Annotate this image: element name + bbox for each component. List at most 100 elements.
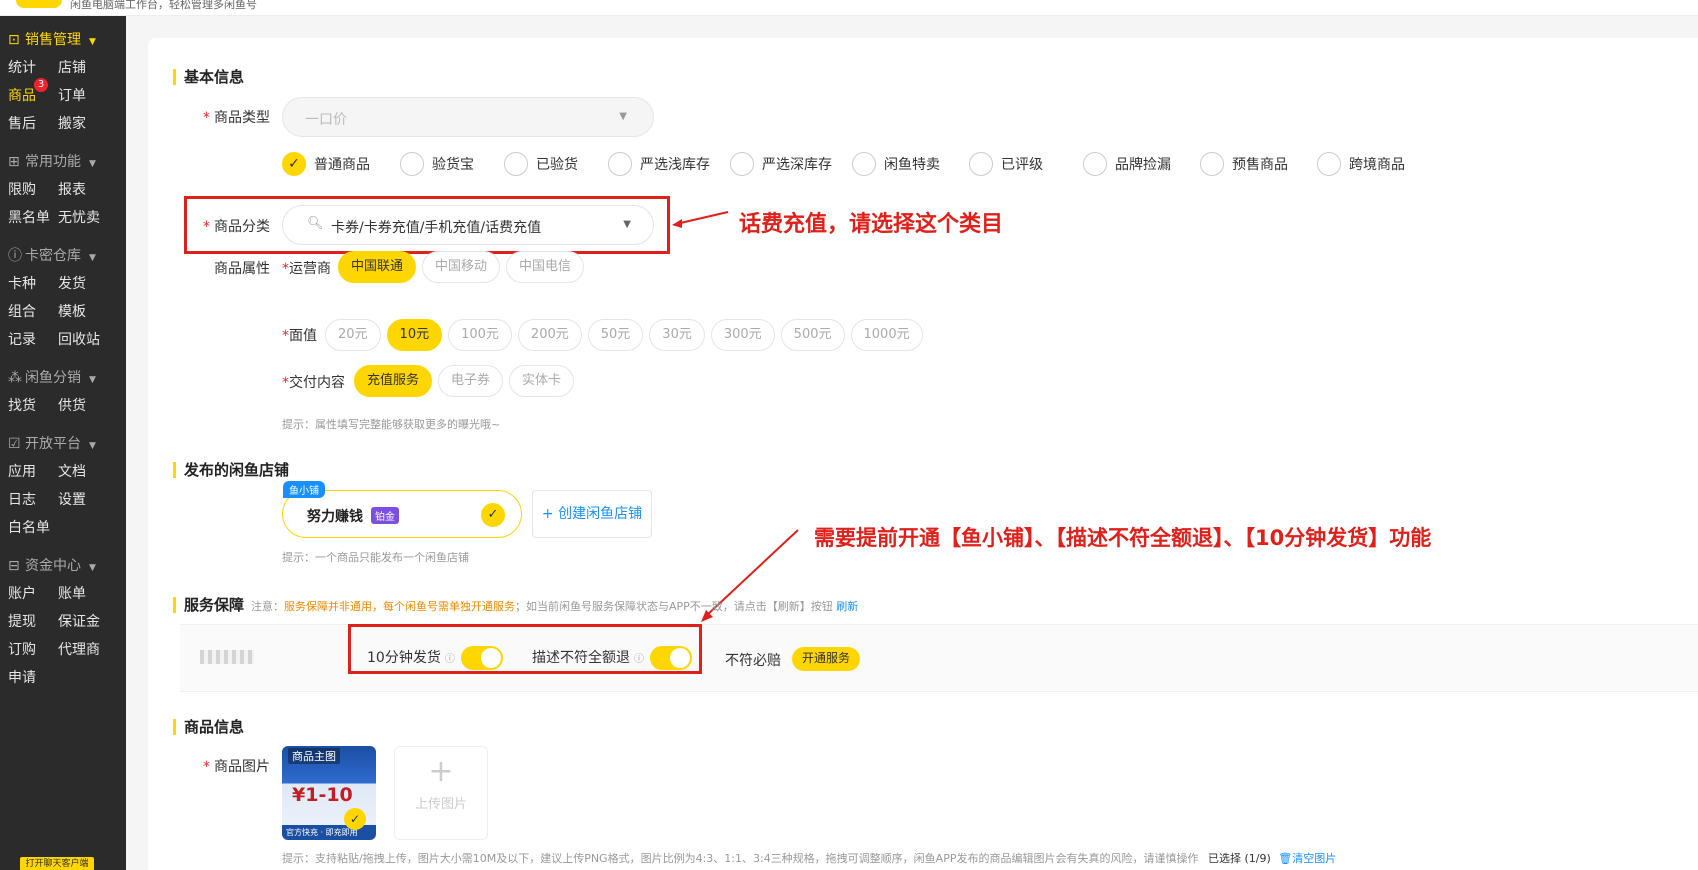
sidebar-section-funds[interactable]: ⊟ 资金中心 ▼	[8, 555, 96, 575]
sidebar-item-agent[interactable]: 代理商	[58, 639, 100, 659]
sidebar-section-sales[interactable]: ⊡ 销售管理 ▼	[8, 29, 96, 49]
sidebar-item-worryfree[interactable]: 无忧卖	[58, 207, 100, 227]
caret-down-icon: ▼	[89, 37, 96, 47]
delivery-ecoupon[interactable]: 电子券	[438, 365, 504, 397]
value-option[interactable]: 500元	[780, 319, 845, 351]
clear-images-link[interactable]: 🗑︎清空图片	[1278, 852, 1336, 865]
sidebar-item-orders[interactable]: 订单	[58, 85, 86, 105]
radio-deep[interactable]: 严选深库存	[730, 152, 852, 176]
open-icon: ☑	[8, 436, 21, 452]
refresh-link[interactable]: 刷新	[836, 600, 858, 613]
sidebar-item-ship[interactable]: 发货	[58, 273, 86, 293]
radio-crossborder[interactable]: 跨境商品	[1317, 152, 1413, 176]
sidebar-item-subscribe[interactable]: 订购	[8, 639, 36, 659]
open-chat-client-button[interactable]: 打开聊天客户端	[20, 857, 94, 870]
caret-down-icon: ▼	[619, 111, 627, 122]
radio-shallow[interactable]: 严选浅库存	[608, 152, 730, 176]
sidebar-item-findgoods[interactable]: 找货	[8, 395, 36, 415]
toggle-10min[interactable]	[460, 646, 503, 670]
radio-flashsale[interactable]: 闲鱼特卖	[852, 152, 969, 176]
value-option[interactable]: 100元	[448, 319, 512, 351]
sidebar-item-withdraw[interactable]: 提现	[8, 611, 36, 631]
sidebar-item-bill[interactable]: 账单	[58, 583, 86, 603]
value-option[interactable]: 50元	[587, 319, 644, 351]
product-main-image[interactable]: 商品主图 ¥1-10 官方快充 · 即充即用 ✓	[282, 746, 376, 840]
sidebar-item-account[interactable]: 账户	[8, 583, 36, 603]
radio-inspected[interactable]: 已验货	[504, 152, 608, 176]
value-option[interactable]: 20元	[325, 319, 381, 351]
category-select[interactable]: 🔍︎ 卡券/卡券充值/手机充值/话费充值 ▼	[282, 205, 654, 245]
sidebar-item-template[interactable]: 模板	[58, 301, 86, 321]
sidebar-item-combo[interactable]: 组合	[8, 301, 36, 321]
delivery-recharge[interactable]: 充值服务	[354, 365, 433, 397]
value-option[interactable]: 30元	[649, 319, 705, 351]
shop-icon: ⊡	[8, 32, 20, 48]
sidebar: ⊡ 销售管理 ▼ 统计 店铺 商品 3 订单 售后 搬家 ⊞ 常用功能 ▼ 限购 报表 黑…	[0, 16, 126, 870]
product-type-select[interactable]: 一口价 ▼	[282, 97, 654, 137]
service-compensate-label: 不符必赔	[725, 653, 781, 669]
sidebar-item-move[interactable]: 搬家	[58, 113, 86, 133]
sidebar-item-whitelist[interactable]: 白名单	[8, 517, 50, 537]
face-value-label: *面值	[282, 328, 317, 344]
caret-down-icon: ▼	[89, 563, 96, 573]
sidebar-section-warehouse[interactable]: ⓘ 卡密仓库 ▼	[8, 245, 96, 265]
sidebar-item-docs[interactable]: 文档	[58, 461, 86, 481]
search-icon: 🔍︎	[307, 216, 324, 231]
sidebar-section-common[interactable]: ⊞ 常用功能 ▼	[8, 151, 96, 171]
radio-normal[interactable]: ✓ 普通商品	[282, 152, 400, 176]
value-option[interactable]: 300元	[710, 319, 775, 351]
sidebar-section-distribution[interactable]: ⁂ 闲鱼分销 ▼	[8, 367, 96, 387]
sidebar-item-limit[interactable]: 限购	[8, 179, 36, 199]
sidebar-item-supply[interactable]: 供货	[58, 395, 86, 415]
shop-card[interactable]: 鱼小铺 努力赚钱 铂金 ✓	[282, 481, 522, 538]
annotation-arrow-category	[672, 211, 729, 228]
sidebar-item-settings[interactable]: 设置	[58, 489, 86, 509]
sidebar-item-record[interactable]: 记录	[8, 329, 36, 349]
sidebar-item-recycle[interactable]: 回收站	[58, 329, 100, 349]
delivery-physical[interactable]: 实体卡	[509, 365, 575, 397]
image-hint: 提示：支持粘贴/拖拽上传，图片大小需10M及以下，建议上传PNG格式，图片比例为…	[282, 852, 1337, 865]
sidebar-item-blacklist[interactable]: 黑名单	[8, 207, 50, 227]
main-panel: 基本信息 * 商品类型 一口价 ▼ ✓ 普通商品 验货宝 已验货 严选浅库存 严选深…	[148, 38, 1698, 870]
sidebar-item-deposit[interactable]: 保证金	[58, 611, 100, 631]
sidebar-item-apply[interactable]: 申请	[8, 667, 36, 687]
sidebar-item-logs[interactable]: 日志	[8, 489, 36, 509]
check-icon: ✓	[481, 503, 505, 527]
delivery-label: *交付内容	[282, 375, 345, 391]
sidebar-item-report[interactable]: 报表	[58, 179, 86, 199]
wallet-icon: ⊟	[8, 558, 20, 574]
warehouse-icon: ⓘ	[8, 248, 22, 264]
sidebar-item-shop[interactable]: 店铺	[58, 57, 86, 77]
attributes-label: 商品属性	[214, 261, 270, 277]
sidebar-section-open[interactable]: ☑ 开放平台 ▼	[8, 433, 96, 453]
top-strip: 闲鱼电脑端工作台，轻松管理多闲鱼号	[0, 0, 1698, 16]
logo-pill	[16, 0, 62, 8]
operator-unicom[interactable]: 中国联通	[338, 251, 417, 283]
product-type-label: * 商品类型	[203, 110, 270, 126]
operator-mobile[interactable]: 中国移动	[422, 251, 501, 283]
operator-telecom[interactable]: 中国电信	[506, 251, 585, 283]
sidebar-item-stats[interactable]: 统计	[8, 57, 36, 77]
value-option[interactable]: 200元	[517, 319, 582, 351]
open-service-button[interactable]: 开通服务	[792, 647, 861, 671]
sidebar-item-aftersale[interactable]: 售后	[8, 113, 36, 133]
radio-presale[interactable]: 预售商品	[1200, 152, 1317, 176]
sidebar-item-products[interactable]: 商品 3	[8, 78, 48, 105]
product-image-label: * 商品图片	[203, 759, 270, 775]
create-shop-button[interactable]: + 创建闲鱼店铺	[532, 490, 652, 538]
account-avatar-blurred	[200, 650, 254, 664]
value-option[interactable]: 1000元	[850, 319, 923, 351]
sidebar-item-cardtype[interactable]: 卡种	[8, 273, 36, 293]
sidebar-item-apps[interactable]: 应用	[8, 461, 36, 481]
service-annotation: 需要提前开通【鱼小铺】、【描述不符全额退】、【10分钟发货】功能	[814, 526, 1432, 550]
section-title-basic: 基本信息	[173, 69, 244, 85]
caret-down-icon: ▼	[623, 219, 631, 230]
service-note: 注意：服务保障并非通用，每个闲鱼号需单独开通服务；如当前闲鱼号服务保障状态与AP…	[251, 600, 859, 613]
toggle-refund[interactable]	[650, 646, 692, 670]
radio-brand[interactable]: 品牌捡漏	[1083, 152, 1200, 176]
info-icon: ⓘ	[444, 654, 455, 665]
value-option[interactable]: 10元	[386, 319, 443, 351]
radio-inspect[interactable]: 验货宝	[400, 152, 504, 176]
upload-image-button[interactable]: + 上传图片	[394, 746, 488, 840]
radio-graded[interactable]: 已评级	[969, 152, 1083, 176]
